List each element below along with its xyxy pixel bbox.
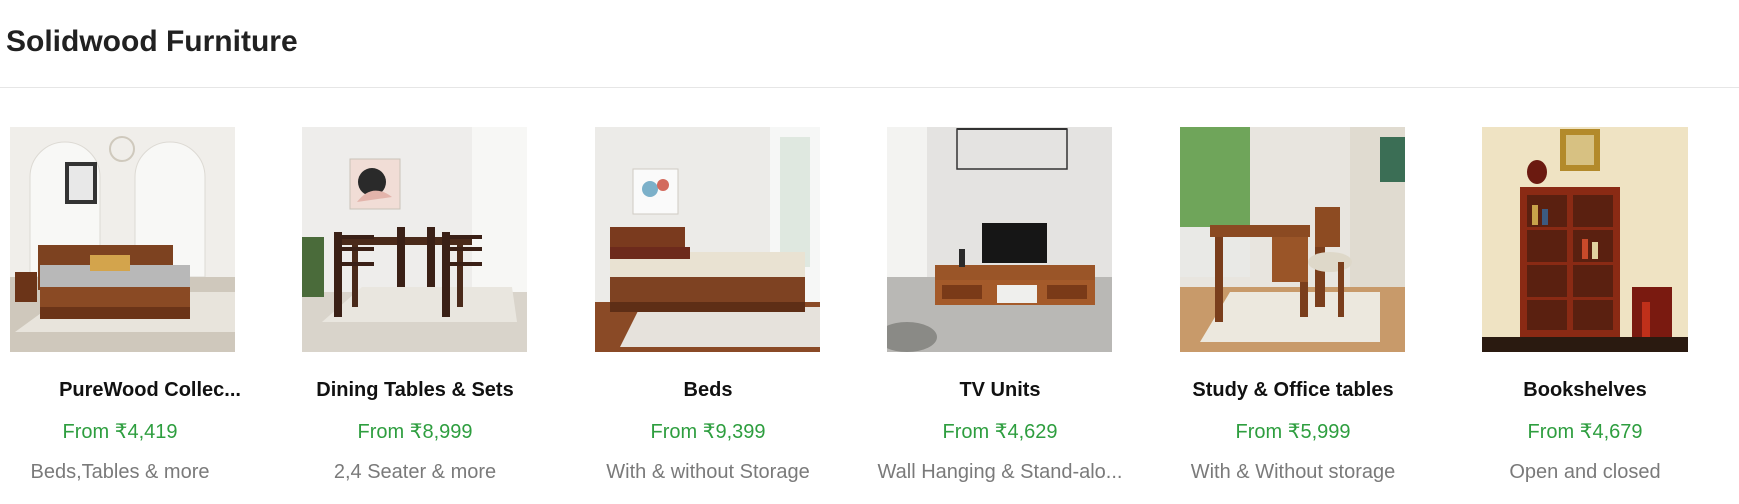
section-header: Solidwood Furniture <box>0 0 1739 88</box>
dining-set-image[interactable] <box>302 127 527 352</box>
category-name: TV Units <box>959 379 1041 401</box>
category-name: Beds <box>683 379 733 401</box>
section-title: Solidwood Furniture <box>6 25 298 58</box>
category-card-bookshelves[interactable]: Bookshelves From ₹4,679 Open and closed <box>1482 127 1739 497</box>
category-price: From ₹4,679 <box>1527 421 1643 443</box>
category-price: From ₹8,999 <box>357 421 473 443</box>
study-table-image[interactable] <box>1180 127 1405 352</box>
bed-room-image[interactable] <box>10 127 235 352</box>
category-subtitle: With & Without storage <box>1190 461 1396 483</box>
category-name: Dining Tables & Sets <box>316 379 514 401</box>
category-subtitle: Beds,Tables & more <box>30 461 210 483</box>
category-subtitle: With & without Storage <box>606 461 810 483</box>
category-name: Bookshelves <box>1523 379 1647 401</box>
category-card-purewood[interactable]: PureWood Collec... From ₹4,419 Beds,Tabl… <box>10 127 270 497</box>
category-name: PureWood Collec... <box>59 379 241 401</box>
bed-image[interactable] <box>595 127 820 352</box>
bookshelf-image[interactable] <box>1482 127 1688 352</box>
category-subtitle: Wall Hanging & Stand-alo... <box>877 461 1123 483</box>
category-card-beds[interactable]: Beds From ₹9,399 With & without Storage <box>595 127 855 497</box>
category-price: From ₹5,999 <box>1235 421 1351 443</box>
category-carousel: PureWood Collec... From ₹4,419 Beds,Tabl… <box>0 127 1739 497</box>
category-price: From ₹9,399 <box>650 421 766 443</box>
category-price: From ₹4,419 <box>62 421 178 443</box>
category-name: Study & Office tables <box>1192 379 1394 401</box>
tv-unit-image[interactable] <box>887 127 1112 352</box>
category-subtitle: Open and closed <box>1509 461 1661 483</box>
category-price: From ₹4,629 <box>942 421 1058 443</box>
category-card-dining[interactable]: Dining Tables & Sets From ₹8,999 2,4 Sea… <box>302 127 562 497</box>
category-card-study-office[interactable]: Study & Office tables From ₹5,999 With &… <box>1180 127 1440 497</box>
category-card-tv-units[interactable]: TV Units From ₹4,629 Wall Hanging & Stan… <box>878 127 1147 497</box>
category-subtitle: 2,4 Seater & more <box>333 461 497 483</box>
